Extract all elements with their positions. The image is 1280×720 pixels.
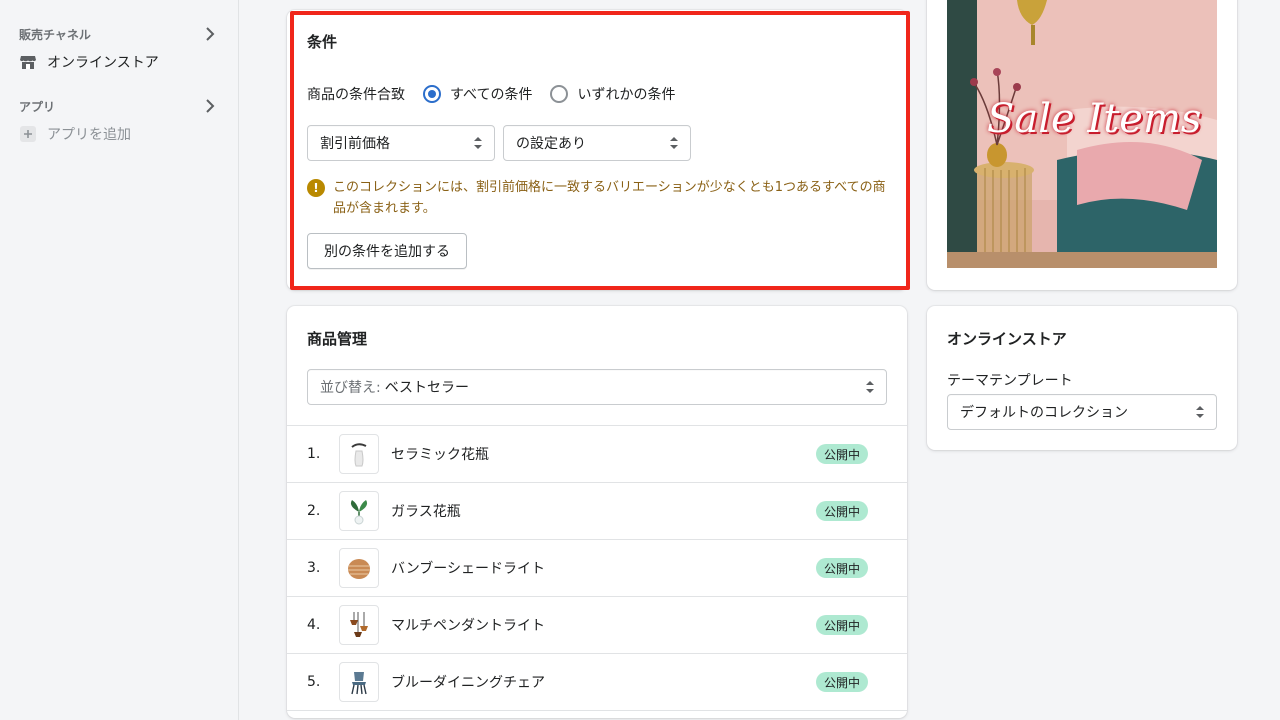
status-badge: 公開中	[816, 672, 869, 692]
radio-all-label: すべての条件	[450, 87, 533, 103]
add-app-label: アプリを追加	[47, 127, 131, 143]
status-badge: 公開中	[816, 444, 869, 464]
row-index: 4.	[307, 617, 321, 633]
select-arrows-icon	[474, 137, 482, 149]
apps-chevron-icon[interactable]	[202, 98, 218, 114]
conditions-title: 条件	[307, 33, 338, 51]
notice-text: このコレクションには、割引前価格に一致するバリエーションが少なくとも1つあるすべ…	[333, 180, 886, 216]
store-icon	[19, 53, 37, 71]
add-app-item[interactable]: アプリを追加	[19, 122, 131, 146]
row-index: 5.	[307, 674, 321, 690]
match-type-row: 商品の条件合致 すべての条件 いずれかの条件	[307, 82, 693, 106]
collection-image[interactable]: Sale Items	[947, 0, 1217, 268]
conditions-card: 条件 商品の条件合致 すべての条件 いずれかの条件 割引前価格 の設定あり ! …	[287, 10, 907, 290]
condition-field-value: 割引前価格	[320, 136, 390, 152]
condition-field-select[interactable]: 割引前価格	[307, 125, 495, 161]
product-management-card: 商品管理 並び替え: ベストセラー 1. セラミック花瓶 公開中 2. ガラス花…	[287, 306, 907, 718]
status-badge: 公開中	[816, 558, 869, 578]
sales-channels-chevron-icon[interactable]	[202, 26, 218, 42]
table-row[interactable]: 4. マルチペンダントライト 公開中	[287, 597, 907, 654]
pendant-light-thumbnail	[339, 605, 379, 645]
row-index: 3.	[307, 560, 321, 576]
sort-prefix: 並び替え:	[320, 380, 381, 396]
warning-icon: !	[307, 179, 325, 197]
dining-chair-thumbnail	[339, 662, 379, 702]
select-arrows-icon	[670, 137, 678, 149]
product-name: バンブーシェードライト	[391, 561, 545, 577]
condition-notice: ! このコレクションには、割引前価格に一致するバリエーションが少なくとも1つある…	[307, 177, 887, 219]
table-row[interactable]: 2. ガラス花瓶 公開中	[287, 483, 907, 540]
row-index: 2.	[307, 503, 321, 519]
sidebar-item-label: オンラインストア	[47, 55, 159, 71]
glass-vase-thumbnail	[339, 491, 379, 531]
row-index: 1.	[307, 446, 321, 462]
sidebar-item-online-store[interactable]: オンラインストア	[19, 50, 159, 74]
condition-operator-select[interactable]: の設定あり	[503, 125, 691, 161]
sales-channels-heading: 販売チャネル	[19, 27, 91, 42]
table-row[interactable]: 1. セラミック花瓶 公開中	[287, 426, 907, 483]
product-name: マルチペンダントライト	[391, 618, 545, 634]
sidebar: 販売チャネル オンラインストア アプリ アプリを追加	[0, 0, 239, 720]
plus-icon	[19, 125, 37, 143]
ceramic-vase-thumbnail	[339, 434, 379, 474]
theme-template-select[interactable]: デフォルトのコレクション	[947, 394, 1217, 430]
product-management-title: 商品管理	[307, 330, 368, 348]
radio-any-condition[interactable]: いずれかの条件	[550, 84, 675, 104]
select-arrows-icon	[1196, 406, 1204, 418]
online-store-title: オンラインストア	[947, 330, 1067, 348]
radio-unchecked-icon[interactable]	[550, 85, 569, 103]
apps-heading: アプリ	[19, 99, 56, 114]
sort-select[interactable]: 並び替え: ベストセラー	[307, 369, 887, 405]
online-store-card: オンラインストア テーマテンプレート デフォルトのコレクション	[927, 306, 1237, 450]
sale-items-text: Sale Items	[987, 96, 1202, 142]
product-name: セラミック花瓶	[391, 447, 489, 463]
table-row[interactable]: 5. ブルーダイニングチェア 公開中	[287, 654, 907, 711]
sort-value: ベストセラー	[384, 380, 469, 396]
product-list: 1. セラミック花瓶 公開中 2. ガラス花瓶 公開中 3. バンブーシェードラ…	[287, 425, 907, 711]
theme-template-value: デフォルトのコレクション	[960, 405, 1128, 421]
radio-checked-icon[interactable]	[423, 85, 441, 103]
status-badge: 公開中	[816, 501, 869, 521]
add-condition-button[interactable]: 別の条件を追加する	[307, 233, 467, 269]
product-name: ブルーダイニングチェア	[391, 675, 545, 691]
select-arrows-icon	[866, 381, 874, 393]
radio-all-conditions[interactable]: すべての条件	[423, 84, 532, 104]
bamboo-lamp-thumbnail	[339, 548, 379, 588]
product-name: ガラス花瓶	[391, 504, 461, 520]
collection-image-card: Sale Items	[927, 0, 1237, 290]
condition-operator-value: の設定あり	[516, 136, 586, 152]
theme-template-label: テーマテンプレート	[947, 373, 1073, 389]
table-row[interactable]: 3. バンブーシェードライト 公開中	[287, 540, 907, 597]
match-type-label: 商品の条件合致	[307, 87, 405, 103]
radio-any-label: いずれかの条件	[577, 87, 676, 103]
status-badge: 公開中	[816, 615, 869, 635]
